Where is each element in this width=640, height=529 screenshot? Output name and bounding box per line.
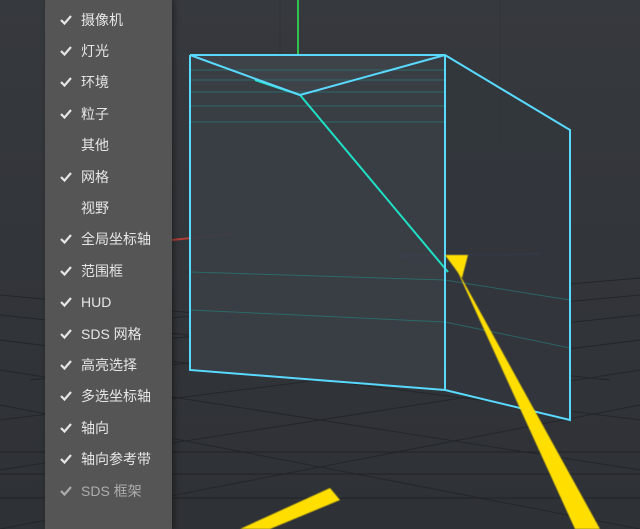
menu-item-grid[interactable]: 网格 xyxy=(45,161,172,192)
check-icon xyxy=(59,421,73,435)
menu-item-light[interactable]: 灯光 xyxy=(45,35,172,66)
menu-item-label: 高亮选择 xyxy=(81,355,137,375)
check-icon xyxy=(59,327,73,341)
check-icon xyxy=(59,170,73,184)
menu-item-sds-frame[interactable]: SDS 框架 xyxy=(45,475,172,506)
menu-item-hud[interactable]: HUD xyxy=(45,287,172,318)
menu-item-multi-axis[interactable]: 多选坐标轴 xyxy=(45,381,172,412)
check-icon xyxy=(59,484,73,498)
menu-item-label: HUD xyxy=(81,294,111,310)
check-icon xyxy=(59,232,73,246)
menu-item-sds-grid[interactable]: SDS 网格 xyxy=(45,318,172,349)
menu-item-particles[interactable]: 粒子 xyxy=(45,98,172,129)
check-icon xyxy=(59,138,73,152)
check-icon xyxy=(59,201,73,215)
menu-item-highlight[interactable]: 高亮选择 xyxy=(45,349,172,380)
menu-item-fov[interactable]: 视野 xyxy=(45,192,172,223)
check-icon xyxy=(59,107,73,121)
check-icon xyxy=(59,452,73,466)
check-icon xyxy=(59,295,73,309)
menu-item-label: 环境 xyxy=(81,72,109,92)
viewport-3d[interactable]: 摄像机 灯光 环境 粒子 其他 网格 xyxy=(0,0,640,529)
world-axes xyxy=(172,0,540,256)
menu-item-label: 灯光 xyxy=(81,41,109,61)
menu-item-label: SDS 框架 xyxy=(81,481,142,501)
menu-item-label: 范围框 xyxy=(81,261,123,281)
menu-item-axis[interactable]: 轴向 xyxy=(45,412,172,443)
menu-item-global-axis[interactable]: 全局坐标轴 xyxy=(45,224,172,255)
check-icon xyxy=(59,264,73,278)
menu-item-label: 网格 xyxy=(81,167,109,187)
menu-item-environment[interactable]: 环境 xyxy=(45,67,172,98)
menu-item-camera[interactable]: 摄像机 xyxy=(45,4,172,35)
menu-item-label: 视野 xyxy=(81,198,109,218)
menu-item-axis-band[interactable]: 轴向参考带 xyxy=(45,443,172,474)
check-icon xyxy=(59,389,73,403)
check-icon xyxy=(59,75,73,89)
menu-item-label: 轴向 xyxy=(81,418,109,438)
menu-item-other[interactable]: 其他 xyxy=(45,130,172,161)
display-filter-menu[interactable]: 摄像机 灯光 环境 粒子 其他 网格 xyxy=(45,0,172,529)
menu-item-label: 多选坐标轴 xyxy=(81,386,151,406)
menu-item-label: 全局坐标轴 xyxy=(81,229,151,249)
menu-item-label: SDS 网格 xyxy=(81,324,142,344)
menu-item-label: 摄像机 xyxy=(81,10,123,30)
cube xyxy=(190,55,570,420)
menu-item-label: 其他 xyxy=(81,135,109,155)
menu-item-label: 粒子 xyxy=(81,104,109,124)
check-icon xyxy=(59,13,73,27)
menu-item-label: 轴向参考带 xyxy=(81,449,151,469)
check-icon xyxy=(59,44,73,58)
menu-item-bbox[interactable]: 范围框 xyxy=(45,255,172,286)
check-icon xyxy=(59,358,73,372)
